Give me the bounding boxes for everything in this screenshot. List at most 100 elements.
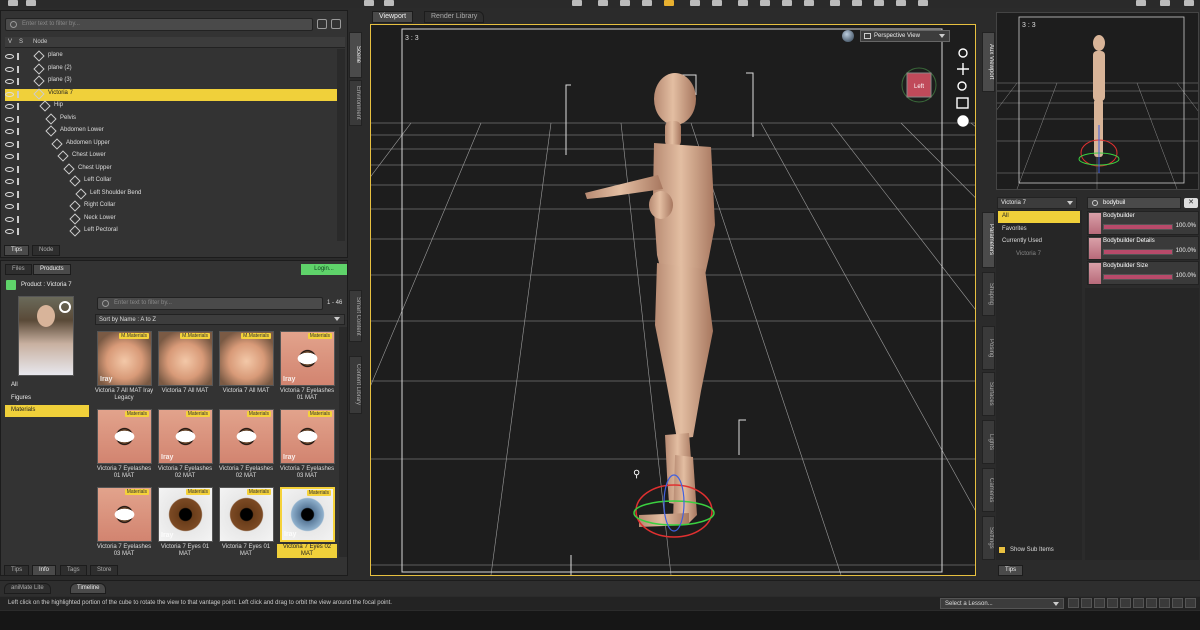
content-scrollbar[interactable] xyxy=(339,327,347,557)
side-tab-parameters[interactable]: Parameters xyxy=(982,212,995,268)
category-item[interactable]: Materials xyxy=(5,405,89,417)
side-tab-cameras[interactable]: Cameras xyxy=(982,468,995,512)
eye-icon[interactable] xyxy=(5,179,14,184)
eye-icon[interactable] xyxy=(5,66,14,72)
pan-icon[interactable] xyxy=(957,63,969,75)
scene-tree-row[interactable]: Left Shoulder Bend xyxy=(5,187,345,201)
scene-tree-row[interactable]: Left Pectoral xyxy=(5,225,345,238)
select-toggle-icon[interactable] xyxy=(17,90,23,98)
parameter-group-item[interactable]: Favorites xyxy=(998,224,1080,236)
tab-node[interactable]: Node xyxy=(32,245,61,256)
side-tab-smart-content[interactable]: Smart Content xyxy=(349,290,362,342)
filter-forward-icon[interactable] xyxy=(331,19,341,29)
scene-tree-row[interactable]: Left Collar xyxy=(5,175,345,188)
select-toggle-icon[interactable] xyxy=(17,190,23,198)
toolbar-icon[interactable] xyxy=(830,0,840,6)
aux-viewport[interactable]: 3 : 3 xyxy=(996,12,1199,190)
select-toggle-icon[interactable] xyxy=(17,228,23,235)
eye-icon[interactable] xyxy=(5,104,14,109)
parameter-group-item[interactable]: All xyxy=(998,211,1080,223)
product-info-icon[interactable] xyxy=(59,301,71,313)
tab-viewport[interactable]: Viewport xyxy=(372,11,414,23)
side-tab-aux-viewport[interactable]: Aux Viewport xyxy=(982,32,995,92)
eye-icon[interactable] xyxy=(5,204,14,209)
reset-view-icon[interactable] xyxy=(957,115,969,127)
product-thumbnail[interactable]: Materials xyxy=(97,409,152,464)
product-thumbnail[interactable]: Materials xyxy=(219,487,274,542)
select-toggle-icon[interactable] xyxy=(17,215,23,223)
frame-icon[interactable] xyxy=(956,97,969,109)
parameter-group-item[interactable]: Victoria 7 xyxy=(998,249,1080,261)
select-toggle-icon[interactable] xyxy=(17,165,23,173)
clear-search-icon[interactable]: ✕ xyxy=(1184,198,1198,208)
toolbar-icon[interactable] xyxy=(918,0,928,6)
scene-tree-row[interactable]: Chest Upper xyxy=(5,162,345,176)
parameter-slider-row[interactable]: Bodybuilder Size 100.0% xyxy=(1087,261,1199,285)
side-tab-settings[interactable]: Settings xyxy=(982,516,995,560)
select-toggle-icon[interactable] xyxy=(17,128,23,135)
toolbar-icon[interactable] xyxy=(874,0,884,6)
select-toggle-icon[interactable] xyxy=(17,153,23,160)
scene-tree-row[interactable]: Chest Lower xyxy=(5,150,345,163)
tab-parameters-tips[interactable]: Tips xyxy=(998,565,1024,576)
parameter-slider[interactable] xyxy=(1103,224,1173,230)
tab-content-tips[interactable]: Tips xyxy=(4,565,30,576)
select-toggle-icon[interactable] xyxy=(17,65,23,73)
product-thumbnail[interactable]: Materials Iray xyxy=(158,409,213,464)
eye-icon[interactable] xyxy=(5,154,14,159)
show-sub-items-checkbox[interactable] xyxy=(998,546,1006,554)
select-toggle-icon[interactable] xyxy=(17,53,23,60)
perspective-view-select[interactable]: Perspective View xyxy=(860,30,950,42)
lesson-nav-button[interactable] xyxy=(1159,598,1170,608)
toolbar-icon[interactable] xyxy=(8,0,18,6)
parameters-node-select[interactable]: Victoria 7 xyxy=(997,197,1077,209)
eye-icon[interactable] xyxy=(5,141,14,147)
side-tab-lights[interactable]: Lights xyxy=(982,420,995,464)
lesson-nav-button[interactable] xyxy=(1068,598,1079,608)
orbit-icon[interactable] xyxy=(958,48,968,58)
eye-icon[interactable] xyxy=(5,216,14,222)
toolbar-icon[interactable] xyxy=(1136,0,1146,6)
filter-back-icon[interactable] xyxy=(317,19,327,29)
product-thumbnail[interactable]: Materials Iray xyxy=(280,487,335,542)
toolbar-icon[interactable] xyxy=(26,0,36,6)
select-toggle-icon[interactable] xyxy=(17,203,23,210)
side-tab-posing[interactable]: Posing xyxy=(982,326,995,370)
lesson-select[interactable]: Select a Lesson... xyxy=(940,598,1064,609)
col-visible[interactable]: V xyxy=(8,39,12,45)
select-toggle-icon[interactable] xyxy=(17,103,23,110)
login-button[interactable]: Login... xyxy=(301,264,347,275)
product-thumbnail[interactable]: Materials Iray xyxy=(158,487,213,542)
parameter-value[interactable]: 100.0% xyxy=(1176,273,1196,279)
product-thumbnail[interactable]: Materials xyxy=(97,487,152,542)
lesson-nav-button[interactable] xyxy=(1172,598,1183,608)
zoom-icon[interactable] xyxy=(957,81,967,91)
tab-animate-lite[interactable]: aniMate Lite xyxy=(4,583,51,594)
product-thumbnail[interactable]: Materials xyxy=(219,409,274,464)
select-toggle-icon[interactable] xyxy=(17,115,23,123)
content-filter-input[interactable]: Enter text to filter by... xyxy=(97,297,323,310)
scene-tree-row[interactable]: Right Collar xyxy=(5,200,345,213)
viewport-canvas[interactable]: 3 : 3 Left ⚲ xyxy=(371,25,975,575)
toolbar-icon[interactable] xyxy=(1184,0,1194,6)
lesson-nav-button[interactable] xyxy=(1133,598,1144,608)
lesson-nav-button[interactable] xyxy=(1120,598,1131,608)
parameter-slider-row[interactable]: Bodybuilder Details 100.0% xyxy=(1087,236,1199,260)
toolbar-icon[interactable] xyxy=(384,0,394,6)
scene-tree-row[interactable]: Abdomen Upper xyxy=(5,137,345,151)
tab-tags[interactable]: Tags xyxy=(60,565,87,576)
eye-icon[interactable] xyxy=(5,191,14,197)
eye-icon[interactable] xyxy=(5,166,14,172)
col-select[interactable]: S xyxy=(19,39,23,45)
nav-cube[interactable]: Left xyxy=(901,67,937,103)
toolbar-icon[interactable] xyxy=(804,0,814,6)
toolbar-icon[interactable] xyxy=(598,0,608,6)
lesson-nav-button[interactable] xyxy=(1185,598,1196,608)
parameter-slider[interactable] xyxy=(1103,249,1173,255)
eye-icon[interactable] xyxy=(5,129,14,134)
select-toggle-icon[interactable] xyxy=(17,178,23,185)
toolbar-icon[interactable] xyxy=(364,0,374,6)
tab-tips[interactable]: Tips xyxy=(4,245,30,256)
parameter-value[interactable]: 100.0% xyxy=(1176,248,1196,254)
aux-viewport-canvas[interactable]: 3 : 3 xyxy=(997,13,1198,189)
